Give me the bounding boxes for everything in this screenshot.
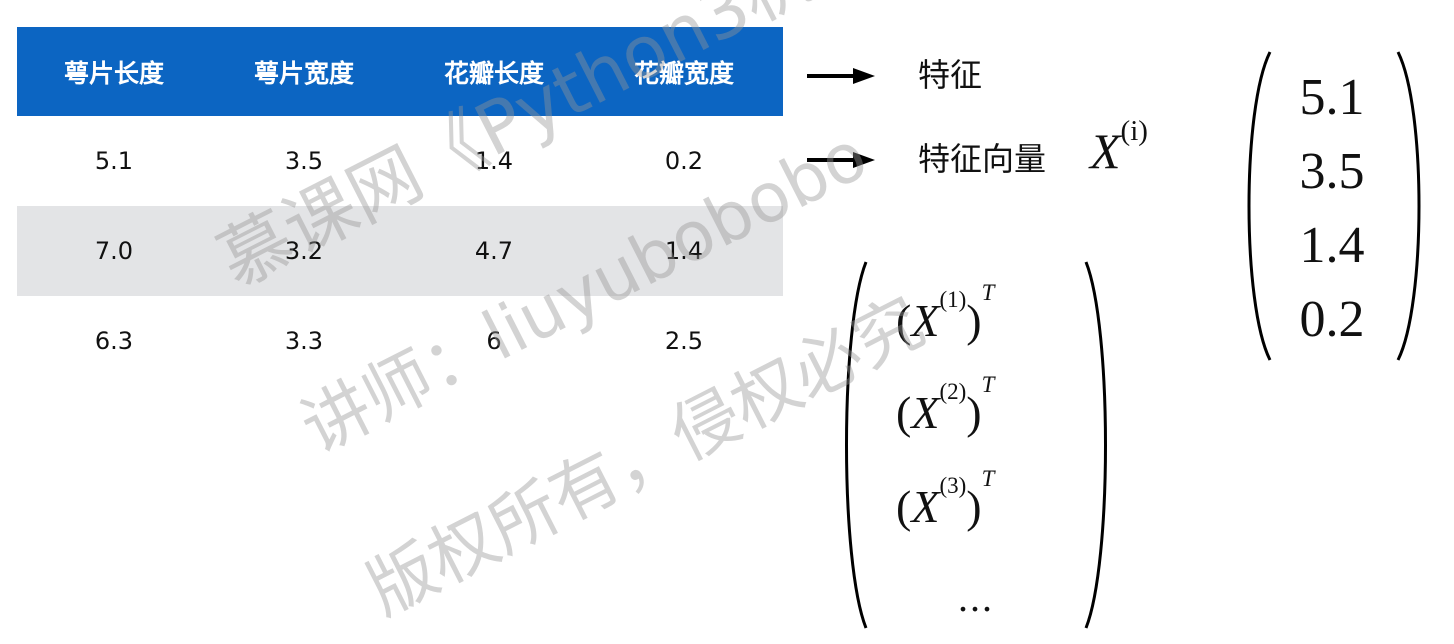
- vector-value: 3.5: [1299, 143, 1365, 200]
- feature-vector-symbol: X(i): [1090, 117, 1148, 179]
- table-row: 6.3 3.3 6 2.5: [17, 296, 783, 386]
- left-paren-icon: [845, 261, 868, 629]
- right-arrow-icon: [807, 68, 875, 84]
- table-cell: 4.7: [474, 237, 514, 265]
- vector-value: 5.1: [1299, 69, 1365, 126]
- table-cell: 3.2: [284, 237, 324, 265]
- table-cell: 2.5: [664, 327, 704, 355]
- header-petal-length: 花瓣长度: [443, 58, 544, 88]
- header-sepal-length: 萼片长度: [63, 58, 164, 88]
- matrix-row-3: (X(3))T: [896, 466, 995, 532]
- header-sepal-width: 萼片宽度: [253, 58, 354, 88]
- right-paren-icon: [1396, 51, 1421, 361]
- iris-data-table: 萼片长度 萼片宽度 花瓣长度 花瓣宽度 5.1 3.5 1.4 0.2 7.0 …: [17, 27, 783, 386]
- index-superscript: (i): [1120, 115, 1148, 148]
- table-cell: 6: [486, 327, 502, 355]
- vector-value: 1.4: [1299, 217, 1365, 274]
- right-paren-icon: [1084, 261, 1107, 629]
- table-cell: 1.4: [474, 147, 514, 175]
- table-cell: 6.3: [94, 327, 134, 355]
- table-cell: 7.0: [94, 237, 134, 265]
- table-row: 5.1 3.5 1.4 0.2: [17, 116, 783, 206]
- table-row: 7.0 3.2 4.7 1.4: [17, 206, 783, 296]
- left-paren-icon: [1247, 51, 1272, 361]
- matrix-row-2: (X(2))T: [896, 372, 995, 438]
- matrix-row-1: (X(1))T: [896, 280, 995, 346]
- header-petal-width: 花瓣宽度: [633, 58, 734, 88]
- table-cell: 5.1: [94, 147, 134, 175]
- feature-vector-label: 特征向量: [918, 140, 1047, 178]
- vector-value: 0.2: [1299, 291, 1365, 348]
- table-cell: 1.4: [664, 237, 704, 265]
- table-header-row: 萼片长度 萼片宽度 花瓣长度 花瓣宽度: [17, 27, 783, 116]
- feature-label: 特征: [918, 56, 983, 94]
- matrix-ellipsis: ...: [958, 575, 994, 620]
- right-arrow-icon: [807, 152, 875, 168]
- table-cell: 3.3: [284, 327, 324, 355]
- table-cell: 0.2: [664, 147, 704, 175]
- x-symbol: X: [1090, 123, 1121, 179]
- table-cell: 3.5: [284, 147, 324, 175]
